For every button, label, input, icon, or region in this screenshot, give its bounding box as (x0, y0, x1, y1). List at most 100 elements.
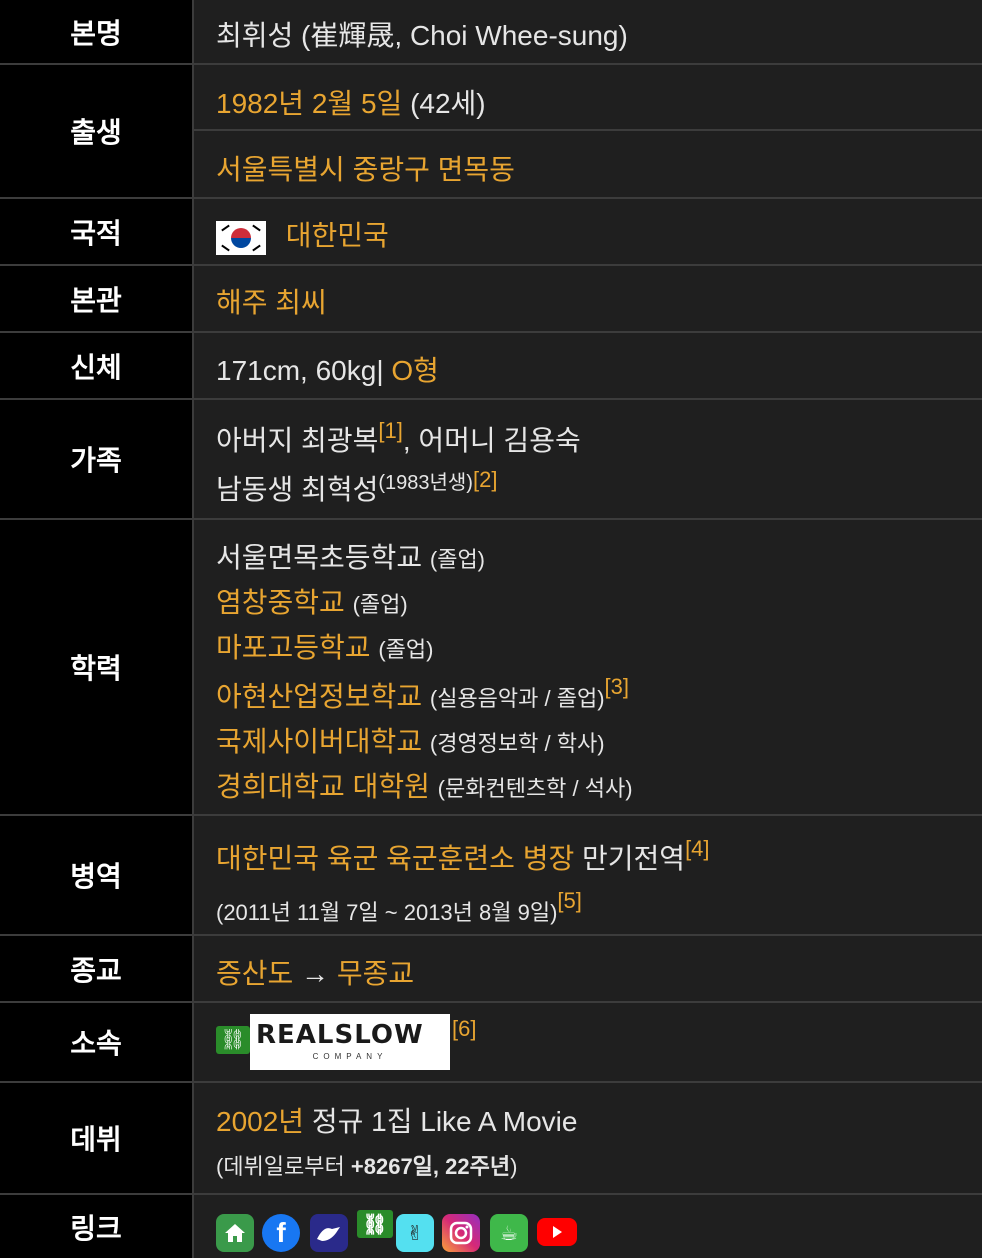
label-religion: 종교 (0, 936, 192, 1001)
birth-place-link[interactable]: 서울특별시 중랑구 면목동 (216, 148, 515, 188)
label-military: 병역 (0, 816, 192, 934)
value-cell-body: 171cm, 60kg| O형 (194, 333, 982, 398)
row-nationality: 국적 대한민국 (0, 199, 982, 264)
row-agency: 소속 ⛓ REALSLOW COMPANY [6] (0, 1003, 982, 1081)
family-brother: 남동생 최혁성(1983년생)[2] (216, 466, 497, 508)
father: 아버지 최광복 (216, 425, 379, 456)
youtube-icon[interactable] (537, 1218, 577, 1246)
military-service: 대한민국 육군 육군훈련소 병장 만기전역[4] (216, 836, 710, 877)
brother-year: (1983년생) (378, 472, 473, 494)
value-cell-education: 서울면목초등학교 (졸업) 염창중학교 (졸업) 마포고등학교 (졸업) 아현산… (194, 520, 982, 814)
link-icon[interactable]: ⛓ (357, 1210, 393, 1238)
nationality-line: 대한민국 (216, 214, 389, 255)
label-body: 신체 (0, 333, 192, 398)
school-note: (문화컨텐츠학 / 석사) (437, 776, 633, 801)
education-item: 염창중학교 (졸업) (216, 581, 408, 621)
home-icon[interactable] (216, 1214, 254, 1252)
value-cell-religion: 증산도 → 무종교 (194, 936, 982, 1001)
religion-line: 증산도 → 무종교 (216, 952, 414, 992)
realslow-company-logo[interactable]: REALSLOW COMPANY (250, 1014, 450, 1070)
row-clan: 본관 해주 최씨 (0, 266, 982, 331)
kakao-cafe-icon[interactable]: ☕ (490, 1214, 528, 1252)
school-name: 서울면목초등학교 (216, 542, 423, 573)
school-link[interactable]: 국제사이버대학교 (216, 726, 422, 757)
military-period: (2011년 11월 7일 ~ 2013년 8월 9일) (216, 900, 558, 925)
birth-age: (42세) (410, 88, 486, 119)
agency-line: ⛓ REALSLOW COMPANY [6] (216, 1014, 476, 1070)
label-education: 학력 (0, 520, 192, 814)
school-note: (경영정보학 / 학사) (429, 731, 605, 756)
footnote-1[interactable]: [1] (378, 418, 402, 443)
school-link[interactable]: 염창중학교 (216, 587, 345, 618)
religion-to-link[interactable]: 무종교 (337, 958, 414, 989)
religion-arrow: → (293, 958, 337, 989)
label-family: 가족 (0, 400, 192, 518)
family-parents: 아버지 최광복[1], 어머니 김용숙 (216, 418, 581, 459)
footnote-3[interactable]: [3] (605, 674, 629, 699)
value-cell-birth: 1982년 2월 5일 (42세) 서울특별시 중랑구 면목동 (194, 65, 982, 197)
body-line: 171cm, 60kg| O형 (216, 349, 439, 389)
label-nationality: 국적 (0, 199, 192, 264)
footnote-2[interactable]: [2] (473, 467, 497, 492)
mother: , 어머니 김용숙 (402, 425, 581, 456)
footnote-6[interactable]: [6] (452, 1016, 476, 1041)
row-religion: 종교 증산도 → 무종교 (0, 936, 982, 1001)
school-link[interactable]: 아현산업정보학교 (216, 681, 422, 712)
v-live-icon[interactable] (310, 1214, 348, 1252)
military-period-line: (2011년 11월 7일 ~ 2013년 8월 9일)[5] (216, 888, 582, 927)
school-link[interactable]: 마포고등학교 (216, 632, 371, 663)
education-item: 마포고등학교 (졸업) (216, 626, 433, 666)
school-note: (졸업) (352, 592, 408, 617)
debut-album: 정규 1집 Like A Movie (304, 1106, 578, 1137)
body-stats: 171cm, 60kg| (216, 355, 384, 386)
brother: 남동생 최혁성 (216, 474, 379, 505)
row-education: 학력 서울면목초등학교 (졸업) 염창중학교 (졸업) 마포고등학교 (졸업) … (0, 520, 982, 814)
korea-flag-icon (216, 220, 266, 255)
birth-date-link[interactable]: 1982년 2월 5일 (216, 88, 402, 119)
education-item: 아현산업정보학교 (실용음악과 / 졸업)[3] (216, 674, 629, 715)
school-link[interactable]: 경희대학교 대학원 (216, 771, 430, 802)
row-name: 본명 최휘성 (崔輝晟, Choi Whee-sung) (0, 0, 982, 63)
row-body: 신체 171cm, 60kg| O형 (0, 333, 982, 398)
value-cell-name: 최휘성 (崔輝晟, Choi Whee-sung) (194, 0, 982, 63)
row-debut: 데뷔 2002년 정규 1집 Like A Movie (데뷔일로부터 +826… (0, 1083, 982, 1193)
row-birth: 출생 1982년 2월 5일 (42세) 서울특별시 중랑구 면목동 (0, 65, 982, 197)
nationality-link[interactable]: 대한민국 (286, 220, 389, 251)
debut-since-prefix: (데뷔일로부터 (216, 1154, 351, 1179)
value-cell-nationality: 대한민국 (194, 199, 982, 264)
debut-year-link[interactable]: 2002년 (216, 1106, 304, 1137)
education-item: 서울면목초등학교 (졸업) (216, 536, 485, 576)
military-status: 만기전역 (574, 843, 686, 874)
debut-since: (데뷔일로부터 +8267일, 22주년) (216, 1149, 517, 1181)
school-note: (졸업) (378, 637, 434, 662)
row-family: 가족 아버지 최광복[1], 어머니 김용숙 남동생 최혁성(1983년생)[2… (0, 400, 982, 518)
label-name: 본명 (0, 0, 192, 63)
school-note: (졸업) (429, 547, 486, 572)
link-icon[interactable]: ⛓ (216, 1026, 250, 1054)
education-item: 국제사이버대학교 (경영정보학 / 학사) (216, 720, 605, 760)
vlive-fan-icon[interactable]: ✌ (396, 1214, 434, 1252)
footnote-4[interactable]: [4] (685, 836, 709, 861)
value-cell-clan: 해주 최씨 (194, 266, 982, 331)
military-unit-link[interactable]: 대한민국 육군 육군훈련소 병장 (216, 843, 574, 874)
debut-since-value: +8267일, 22주년 (350, 1154, 511, 1179)
clan-link[interactable]: 해주 최씨 (216, 281, 327, 321)
value-cell-agency: ⛓ REALSLOW COMPANY [6] (194, 1003, 982, 1081)
debut-since-suffix: ) (510, 1154, 518, 1179)
instagram-icon[interactable] (442, 1214, 480, 1252)
religion-from-link[interactable]: 증산도 (216, 958, 293, 989)
label-agency: 소속 (0, 1003, 192, 1081)
value-cell-military: 대한민국 육군 육군훈련소 병장 만기전역[4] (2011년 11월 7일 ~… (194, 816, 982, 934)
value-cell-debut: 2002년 정규 1집 Like A Movie (데뷔일로부터 +8267일,… (194, 1083, 982, 1193)
label-links: 링크 (0, 1195, 192, 1258)
label-clan: 본관 (0, 266, 192, 331)
facebook-icon[interactable]: f (262, 1214, 300, 1252)
value-cell-family: 아버지 최광복[1], 어머니 김용숙 남동생 최혁성(1983년생)[2] (194, 400, 982, 518)
row-military: 병역 대한민국 육군 육군훈련소 병장 만기전역[4] (2011년 11월 7… (0, 816, 982, 934)
school-note: (실용음악과 / 졸업) (429, 686, 605, 711)
footnote-5[interactable]: [5] (557, 888, 581, 913)
label-debut: 데뷔 (0, 1083, 192, 1193)
debut-line: 2002년 정규 1집 Like A Movie (216, 1100, 577, 1140)
blood-type-link[interactable]: O형 (391, 355, 439, 386)
name-value: 최휘성 (崔輝晟, Choi Whee-sung) (216, 20, 628, 51)
